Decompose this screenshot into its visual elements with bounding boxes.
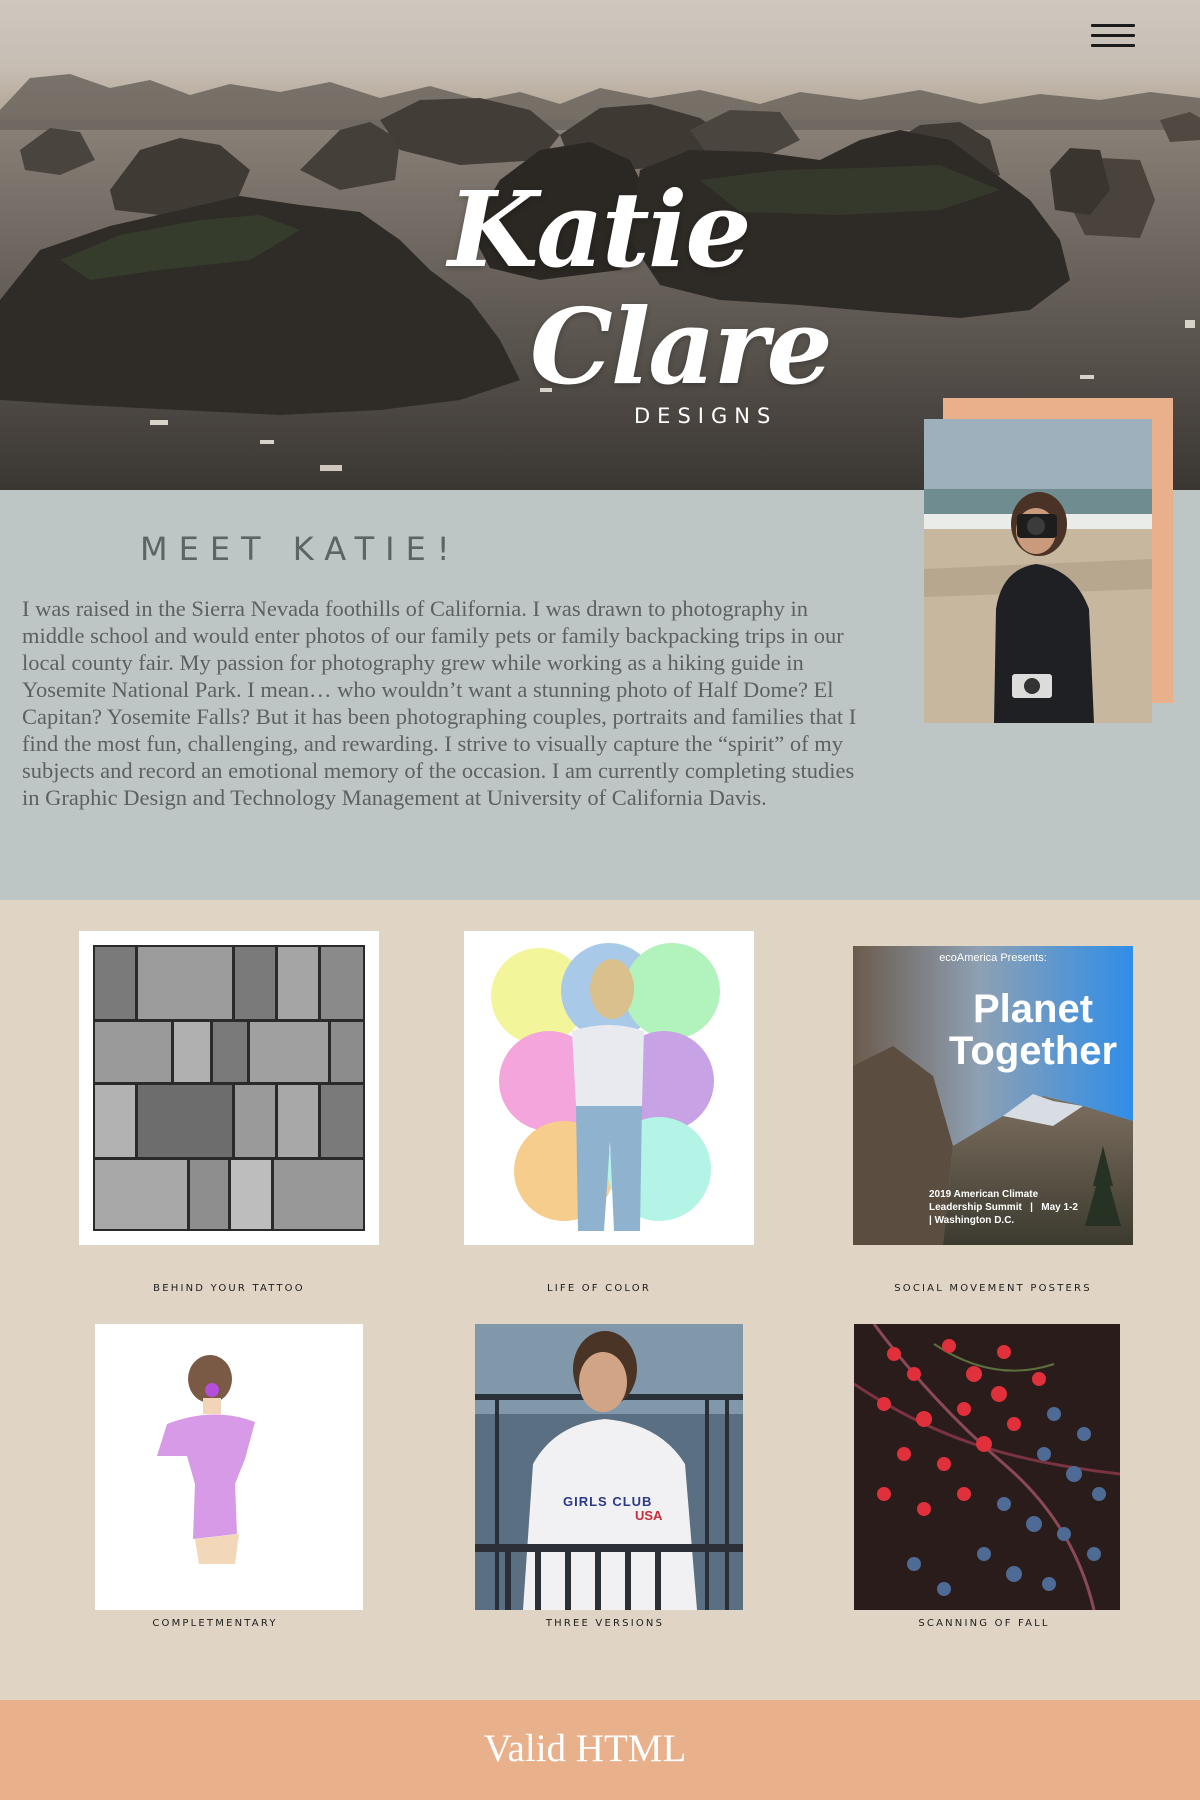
meet-heading: MEET KATIE!	[140, 530, 461, 568]
gallery-item-social-posters[interactable]: ecoAmerica Presents: Planet Together 201…	[853, 946, 1133, 1294]
poster-event-line1: 2019 American Climate	[929, 1189, 1039, 1200]
caption-completmentary: COMPLETMENTARY	[152, 1618, 278, 1629]
gallery-item-life-of-color[interactable]: LIFE OF COLOR	[464, 931, 754, 1294]
caption-scanning-of-fall: SCANNING OF FALL	[918, 1618, 1050, 1629]
caption-tattoo: BEHIND YOUR TATTOO	[153, 1283, 305, 1294]
logo-designs: DESIGNS	[634, 404, 778, 428]
three-versions-photo: GIRLS CLUB USA	[475, 1324, 743, 1610]
valid-html-link[interactable]: Valid HTML	[0, 1726, 1170, 1771]
caption-life-of-color: LIFE OF COLOR	[546, 1283, 652, 1294]
shirt-text-1: GIRLS CLUB	[563, 1494, 653, 1509]
caption-three-versions: THREE VERSIONS	[545, 1618, 665, 1629]
poster-presenter: ecoAmerica Presents:	[939, 952, 1047, 964]
hamburger-menu-icon[interactable]	[1091, 22, 1135, 50]
life-of-color-image	[464, 931, 754, 1245]
footer: Valid HTML	[0, 1700, 1200, 1800]
caption-social-posters: SOCIAL MOVEMENT POSTERS	[894, 1283, 1092, 1294]
poster-event-line3: | Washington D.C.	[929, 1215, 1015, 1226]
gallery-item-tattoo[interactable]: BEHIND YOUR TATTOO	[79, 931, 379, 1294]
completmentary-illustration	[95, 1324, 363, 1610]
gallery-item-completmentary[interactable]: COMPLETMENTARY	[95, 1324, 363, 1634]
logo-clare: Clare	[530, 285, 833, 408]
poster-title-line2: Together	[948, 1029, 1118, 1073]
portfolio-gallery: BEHIND YOUR TATTOO LIFE OF COLOR ecoAmer…	[0, 900, 1200, 1700]
poster-title-line1: Planet	[972, 987, 1094, 1031]
about-paragraph: I was raised in the Sierra Nevada foothi…	[22, 596, 857, 810]
poster-event-line2: Leadership Summit | May 1-2	[929, 1202, 1078, 1213]
planet-together-poster: ecoAmerica Presents: Planet Together 201…	[853, 946, 1133, 1245]
gallery-item-scanning-of-fall[interactable]: SCANNING OF FALL	[854, 1324, 1122, 1634]
logo-katie: Katie	[448, 168, 751, 291]
gallery-item-three-versions[interactable]: GIRLS CLUB USA THREE VERSIONS	[475, 1324, 743, 1634]
shirt-text-2: USA	[635, 1508, 663, 1523]
profile-photo	[924, 419, 1152, 723]
scanning-of-fall-image	[854, 1324, 1120, 1610]
tattoo-collage-image	[79, 931, 379, 1245]
